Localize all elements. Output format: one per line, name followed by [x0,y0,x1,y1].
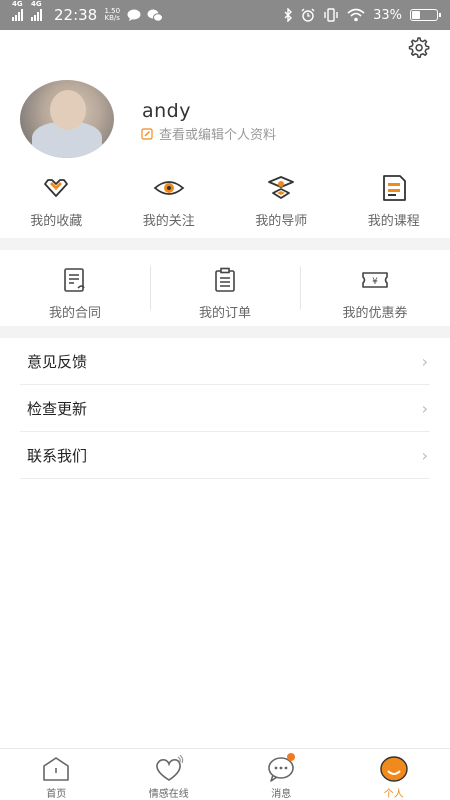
edit-profile-label: 查看或编辑个人资料 [159,128,277,143]
heart-online-icon [155,755,184,781]
network-type-1: 4G [12,0,23,8]
chevron-right-icon: › [421,398,428,418]
section-divider [0,238,450,250]
secondary-actions: 我的合同 我的订单 ¥ 我的优惠券 [0,252,450,326]
section-divider-2 [0,326,450,338]
my-courses-label: 我的课程 [367,214,420,229]
coupon-icon: ¥ [362,272,388,288]
my-mentor-label: 我的导师 [255,214,308,229]
contract-icon [64,268,85,292]
my-coupons-label: 我的优惠券 [342,306,408,321]
status-time: 22:38 [54,6,98,24]
speed-unit: KB/s [104,14,120,22]
wifi-icon [347,8,365,22]
tab-messages[interactable]: 消息 [225,749,338,800]
order-icon [215,267,235,292]
bottom-tab-bar: 首页 情感在线 消息 个人 [0,748,450,800]
my-orders-label: 我的订单 [198,306,251,321]
menu-item-label: 检查更新 [27,399,88,418]
my-favorites-label: 我的收藏 [30,214,83,229]
status-bar: 4G 4G 22:38 1.50 KB/s 33% [0,0,450,30]
quick-actions: 我的收藏 我的关注 我的导师 我的课程 [0,172,450,229]
tab-emotion-online-label: 情感在线 [148,789,189,800]
cell-signal-icon-2: 4G [31,0,42,21]
menu-item-check-update[interactable]: 检查更新 › [20,385,430,432]
network-speed: 1.50 KB/s [103,8,121,22]
tab-home[interactable]: 首页 [0,749,113,800]
settings-gear-icon[interactable] [406,36,430,60]
menu-item-contact-us[interactable]: 联系我们 › [20,432,430,479]
alarm-icon [301,8,315,22]
bluetooth-icon [284,8,293,22]
cell-signal-icon: 4G [12,0,23,21]
network-type-2: 4G [31,0,42,8]
chevron-right-icon: › [421,351,428,371]
my-contracts-button[interactable]: 我的合同 [0,252,150,326]
my-follows-label: 我的关注 [142,214,195,229]
chat-bubble-icon [127,9,141,21]
tab-home-label: 首页 [46,789,67,800]
menu-item-label: 意见反馈 [27,352,88,371]
battery-percent: 33% [373,7,402,23]
vibrate-icon [324,8,338,22]
mentor-icon [268,176,295,199]
settings-menu: 意见反馈 › 检查更新 › 联系我们 › [20,338,430,479]
profile-smile-icon [380,756,408,782]
coupon-symbol: ¥ [372,277,378,287]
tab-emotion-online[interactable]: 情感在线 [113,749,226,800]
unread-badge [287,753,295,761]
eye-icon [153,181,185,195]
chevron-right-icon: › [421,445,428,465]
tab-profile-label: 个人 [383,789,404,800]
home-icon [43,757,70,781]
username: andy [142,100,191,122]
my-orders-button[interactable]: 我的订单 [150,252,300,326]
edit-profile-link[interactable]: 查看或编辑个人资料 [141,124,276,143]
my-coupons-button[interactable]: ¥ 我的优惠券 [300,252,450,326]
my-courses-button[interactable]: 我的课程 [338,172,450,229]
heart-box-icon [44,179,69,197]
tab-profile[interactable]: 个人 [338,749,450,800]
my-contracts-label: 我的合同 [48,306,101,321]
course-icon [382,175,406,201]
wechat-icon [147,9,164,22]
avatar[interactable] [20,80,114,158]
tab-messages-label: 消息 [271,789,292,800]
menu-item-feedback[interactable]: 意见反馈 › [20,338,430,385]
my-follows-button[interactable]: 我的关注 [113,172,226,229]
my-mentor-button[interactable]: 我的导师 [225,172,338,229]
battery-icon [410,9,441,21]
edit-icon [141,127,153,140]
my-favorites-button[interactable]: 我的收藏 [0,172,113,229]
menu-item-label: 联系我们 [27,446,88,465]
